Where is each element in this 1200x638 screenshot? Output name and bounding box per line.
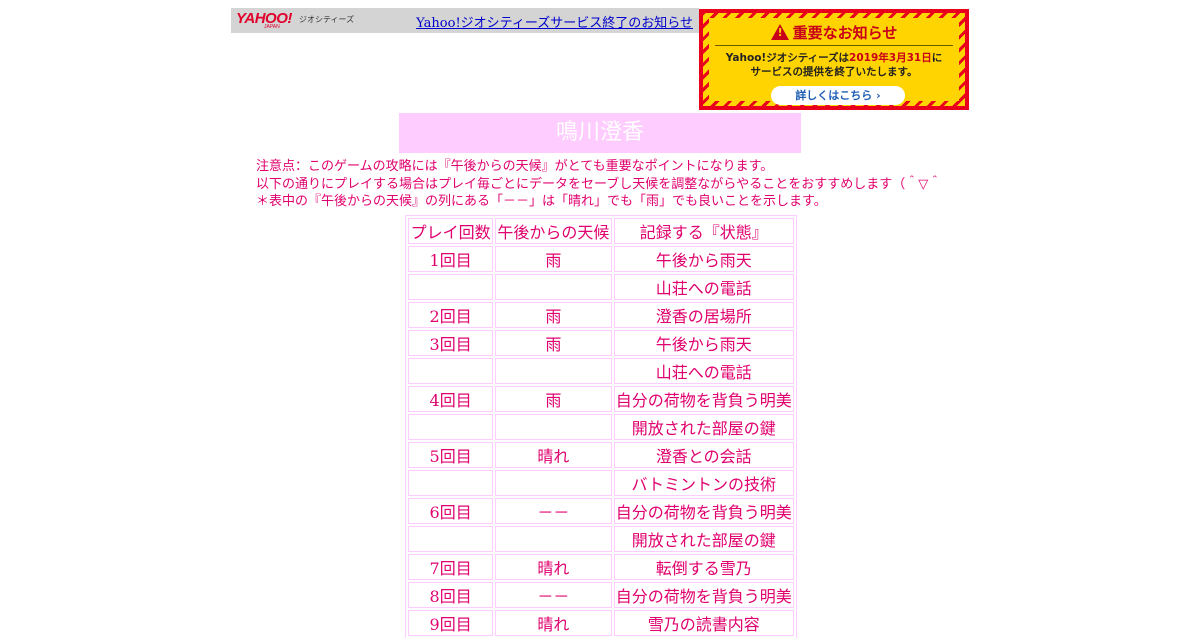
- cell-state: 山荘への電話: [613, 358, 794, 384]
- table-row: 開放された部屋の鍵: [408, 414, 794, 440]
- note-line: 注意点：このゲームの攻略には『午後からの天候』がとても重要なポイントになります。: [256, 159, 774, 174]
- notice-text: Yahoo!ジオシティーズは2019年3月31日に サービスの提供を終了いたしま…: [725, 52, 943, 78]
- cell-weather: [495, 526, 612, 552]
- table-row: 4回目雨自分の荷物を背負う明美: [408, 386, 794, 412]
- header-state: 記録する『状態』: [613, 218, 794, 244]
- table-row: 6回目 －－ 自分の荷物を背負う明美: [408, 498, 794, 524]
- page-title: 鳴川澄香: [399, 113, 801, 153]
- cell-state: 澄香との会話: [613, 442, 794, 468]
- cell-weather: [495, 358, 612, 384]
- table-row: 7回目 晴れ 転倒する雪乃: [408, 554, 794, 580]
- header-weather: 午後からの天候: [495, 218, 612, 244]
- details-button[interactable]: 詳しくはこちら ›: [771, 86, 905, 105]
- table-header-row: プレイ回数 午後からの天候 記録する『状態』: [408, 218, 794, 244]
- cell-weather: －－: [495, 582, 612, 608]
- cell-weather: －－: [495, 498, 612, 524]
- warning-icon: !: [770, 24, 789, 40]
- table-row: 2回目雨澄香の居場所: [408, 302, 794, 328]
- geocities-brand: ジオシティーズ: [299, 15, 355, 24]
- table-row: 8回目 －－ 自分の荷物を背負う明美: [408, 582, 794, 608]
- cell-weather: 雨: [495, 302, 612, 328]
- cell-state: バトミントンの技術: [613, 470, 794, 496]
- cell-weather: 晴れ: [495, 610, 612, 636]
- cell-play-count: 1回目: [408, 246, 494, 272]
- cell-play-count: [408, 274, 494, 300]
- table-row: バトミントンの技術: [408, 470, 794, 496]
- cell-weather: [495, 470, 612, 496]
- table-row: 山荘への電話: [408, 274, 794, 300]
- cell-play-count: 2回目: [408, 302, 494, 328]
- cell-play-count: 5回目: [408, 442, 494, 468]
- cell-play-count: [408, 526, 494, 552]
- table-row: 山荘への電話: [408, 358, 794, 384]
- note-line: ＊表中の『午後からの天候』の列にある「－－」は「晴れ」でも「雨」でも良いことを示…: [256, 194, 827, 209]
- cell-state: 自分の荷物を背負う明美: [613, 498, 794, 524]
- cell-play-count: [408, 470, 494, 496]
- cell-state: 澄香の居場所: [613, 302, 794, 328]
- important-notice-banner[interactable]: ! 重要なお知らせ Yahoo!ジオシティーズは2019年3月31日に サービスの…: [699, 9, 969, 110]
- cell-state: 開放された部屋の鍵: [613, 414, 794, 440]
- cell-weather: 雨: [495, 386, 612, 412]
- notice-title: ! 重要なお知らせ: [709, 22, 959, 43]
- table-row: 3回目雨午後から雨天: [408, 330, 794, 356]
- header-play-count: プレイ回数: [408, 218, 494, 244]
- notice-body: ! 重要なお知らせ Yahoo!ジオシティーズは2019年3月31日に サービスの…: [709, 18, 959, 105]
- table-row: 1回目雨午後から雨天: [408, 246, 794, 272]
- note-line: 以下の通りにプレイする場合はプレイ毎ごとにデータをセーブし天候を調整ながらやるこ…: [256, 176, 942, 192]
- cell-state: 山荘への電話: [613, 274, 794, 300]
- table-row: 開放された部屋の鍵: [408, 526, 794, 552]
- cell-state: 午後から雨天: [613, 330, 794, 356]
- cell-play-count: 3回目: [408, 330, 494, 356]
- cell-play-count: 6回目: [408, 498, 494, 524]
- cell-state: 雪乃の読書内容: [613, 610, 794, 636]
- notes: 注意点：このゲームの攻略には『午後からの天候』がとても重要なポイントになります。…: [256, 158, 941, 211]
- geocities-top-bar: YAHOO! JAPAN ジオシティーズ Yahoo!ジオシティーズサービス終了…: [231, 8, 699, 33]
- yahoo-logo-sub: JAPAN: [264, 24, 280, 30]
- cell-state: 自分の荷物を背負う明美: [613, 386, 794, 412]
- cell-weather: 雨: [495, 330, 612, 356]
- cell-play-count: 9回目: [408, 610, 494, 636]
- cell-play-count: 4回目: [408, 386, 494, 412]
- strategy-table: プレイ回数 午後からの天候 記録する『状態』 1回目雨午後から雨天 山荘への電話 2…: [405, 215, 797, 638]
- table-row: 9回目 晴れ 雪乃の読書内容: [408, 610, 794, 636]
- table-row: 5回目 晴れ 澄香との会話: [408, 442, 794, 468]
- service-end-link[interactable]: Yahoo!ジオシティーズサービス終了のお知らせ: [416, 12, 693, 31]
- cell-weather: 晴れ: [495, 442, 612, 468]
- cell-state: 自分の荷物を背負う明美: [613, 582, 794, 608]
- cell-play-count: 7回目: [408, 554, 494, 580]
- cell-play-count: [408, 358, 494, 384]
- cell-weather: [495, 274, 612, 300]
- cell-state: 午後から雨天: [613, 246, 794, 272]
- cell-weather: [495, 414, 612, 440]
- cell-play-count: [408, 414, 494, 440]
- cell-play-count: 8回目: [408, 582, 494, 608]
- cell-weather: 晴れ: [495, 554, 612, 580]
- notice-date: 2019年3月31日: [849, 52, 932, 64]
- cell-weather: 雨: [495, 246, 612, 272]
- notice-divider: [715, 45, 953, 46]
- cell-state: 開放された部屋の鍵: [613, 526, 794, 552]
- cell-state: 転倒する雪乃: [613, 554, 794, 580]
- notice-stripes: ! 重要なお知らせ Yahoo!ジオシティーズは2019年3月31日に サービスの…: [703, 13, 965, 106]
